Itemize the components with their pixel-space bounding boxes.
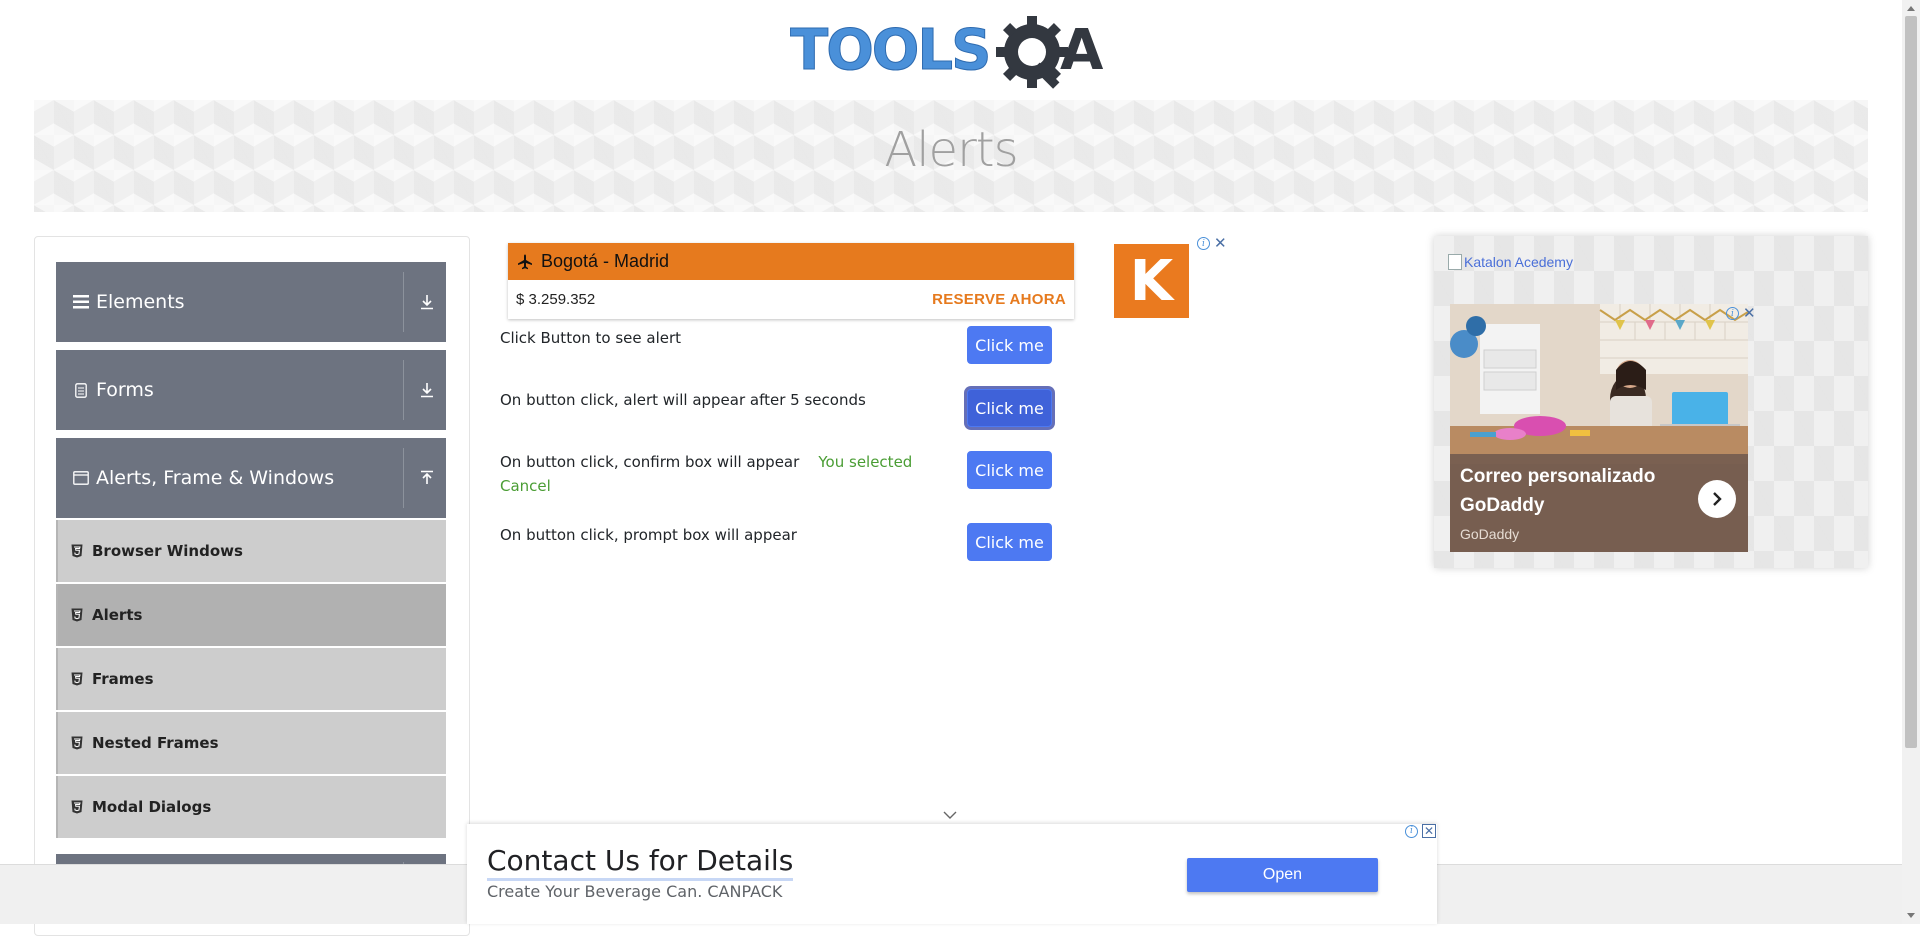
ad-choices[interactable]: i ✕ [1405,824,1437,838]
katalon-link-text: Katalon Acedemy [1464,254,1573,270]
flight-ad-header: Bogotá - Madrid [508,243,1074,280]
info-icon[interactable]: i [1197,237,1210,250]
alert-row-text: Click Button to see alert [500,329,682,347]
group-label: Alerts, Frame & Windows [96,467,335,489]
scroll-down-icon[interactable] [1906,912,1916,920]
prompt-row-text: On button click, prompt box will appear [500,526,797,544]
timer-alert-row-text: On button click, alert will appear after… [500,391,866,409]
group-label: Elements [96,291,185,313]
bottom-ad-title[interactable]: Contact Us for Details [487,844,794,881]
katalon-ad-link[interactable]: Katalon Acedemy [1448,254,1573,270]
airplane-icon [517,254,533,270]
sidebar-item-modal-dialogs[interactable]: Modal Dialogs [56,776,446,838]
left-navigation-panel: Elements Forms Alerts, Frame & Windows B… [34,236,470,936]
hamburger-icon [70,295,92,309]
confirm-row-text: On button click, confirm box will appear [500,453,800,471]
right-ad-panel: Katalon Acedemy Correo personalizado GoD… [1434,236,1868,568]
html5-icon [70,800,84,814]
sidebar-item-label: Alerts [92,606,143,624]
open-button[interactable]: Open [1187,858,1378,892]
download-icon [408,262,446,342]
bottom-ad-subtitle: Create Your Beverage Can. CANPACK [487,882,783,901]
group-forms[interactable]: Forms [56,350,446,430]
ad-choices[interactable]: i ✕ [1726,306,1756,321]
confirm-button[interactable]: Click me [967,451,1052,489]
alert-button[interactable]: Click me [967,326,1052,364]
close-icon[interactable]: ✕ [1214,236,1227,251]
close-icon[interactable]: ✕ [1422,824,1437,838]
scroll-thumb[interactable] [1905,16,1917,748]
chevron-right-icon[interactable] [1698,480,1736,518]
sidebar-item-alerts[interactable]: Alerts [56,584,446,646]
broken-image-icon [1448,254,1462,270]
sidebar-item-label: Frames [92,670,154,688]
svg-text:TOOLS: TOOLS [790,18,989,83]
html5-icon [70,736,84,750]
page-banner: Alerts [34,100,1868,212]
group-elements[interactable]: Elements [56,262,446,342]
toolsqa-logo[interactable]: TOOLS A [790,14,1115,90]
svg-text:A: A [1060,18,1104,83]
divider [403,360,404,420]
flight-route: Bogotá - Madrid [541,251,670,271]
vertical-scrollbar[interactable] [1902,0,1920,924]
timer-alert-button[interactable]: Click me [967,389,1052,427]
reserve-button[interactable]: RESERVE AHORA [932,291,1066,308]
bottom-ad[interactable]: Contact Us for Details Create Your Bever… [467,824,1437,924]
sidebar-item-label: Modal Dialogs [92,798,212,816]
html5-icon [70,608,84,622]
group-alerts-frame-windows[interactable]: Alerts, Frame & Windows [56,438,446,518]
info-icon[interactable]: i [1405,824,1418,838]
sidebar-item-nested-frames[interactable]: Nested Frames [56,712,446,774]
ad-caption: Correo personalizado GoDaddy GoDaddy [1450,454,1748,552]
godaddy-ad[interactable]: Correo personalizado GoDaddy GoDaddy [1450,304,1748,552]
prompt-button[interactable]: Click me [967,523,1052,561]
page-title: Alerts [884,122,1018,178]
divider [403,272,404,332]
group-label: Forms [96,379,154,401]
window-icon [70,471,92,485]
flight-ad[interactable]: Bogotá - Madrid $ 3.259.352 RESERVE AHOR… [508,243,1074,319]
divider [403,448,404,508]
k-ad-logo[interactable]: K [1114,244,1189,318]
sidebar-item-frames[interactable]: Frames [56,648,446,710]
chevron-down-icon[interactable] [942,808,958,820]
upload-icon [408,438,446,518]
flight-ad-body: $ 3.259.352 RESERVE AHORA [508,280,1074,319]
scroll-up-icon[interactable] [1906,4,1916,12]
sidebar-item-label: Browser Windows [92,542,243,560]
form-icon [70,382,92,398]
sidebar-item-label: Nested Frames [92,734,219,752]
download-icon [408,350,446,430]
html5-icon [70,544,84,558]
info-icon[interactable]: i [1726,307,1739,320]
ad-headline: Correo personalizado GoDaddy [1460,466,1656,516]
ad-choices[interactable]: i ✕ [1197,236,1227,251]
confirm-row: On button click, confirm box will appear… [500,450,920,498]
flight-price: $ 3.259.352 [516,291,596,308]
close-icon[interactable]: ✕ [1743,306,1756,321]
html5-icon [70,672,84,686]
ad-photo [1450,304,1748,464]
sidebar-item-browser-windows[interactable]: Browser Windows [56,520,446,582]
ad-advertiser: GoDaddy [1460,526,1520,542]
